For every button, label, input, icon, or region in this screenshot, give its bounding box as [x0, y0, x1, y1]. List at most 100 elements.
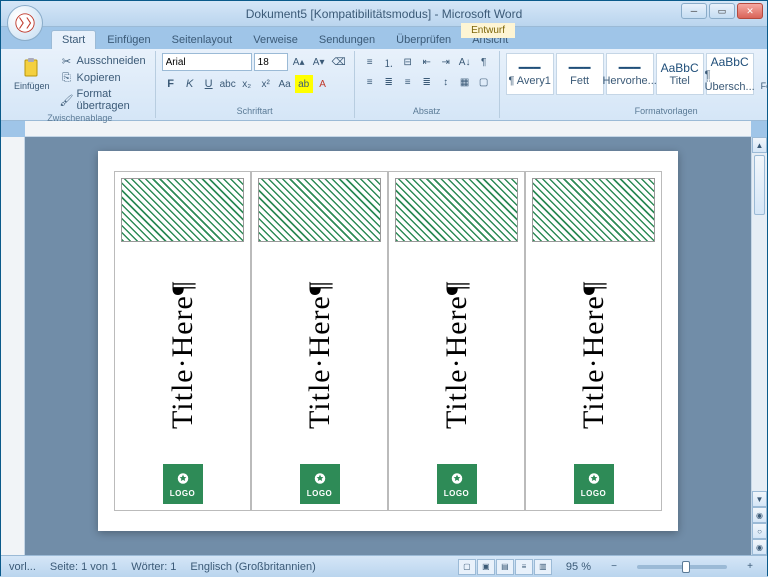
scroll-up-button[interactable]: ▲: [752, 137, 767, 153]
window-title: Dokument5 [Kompatibilitätsmodus] - Micro…: [246, 7, 523, 21]
group-paragraph: ≡ ⒈ ⊟ ⇤ ⇥ A↓ ¶ ≡ ≣ ≡ ≣ ↕ ▦ ▢ Absatz: [355, 51, 500, 118]
close-button[interactable]: ✕: [737, 3, 763, 19]
subscript-button[interactable]: x₂: [238, 75, 256, 93]
scissors-icon: ✂: [60, 54, 74, 68]
spine-panel-3[interactable]: Title·Here¶ LOGO: [388, 171, 525, 511]
ruler-horizontal[interactable]: [25, 121, 751, 137]
cut-button[interactable]: ✂Ausschneiden: [57, 53, 149, 69]
align-right-button[interactable]: ≡: [399, 73, 417, 91]
align-center-button[interactable]: ≣: [380, 73, 398, 91]
zoom-out-button[interactable]: −: [605, 558, 623, 576]
numbering-button[interactable]: ⒈: [380, 53, 398, 71]
logo-box[interactable]: LOGO: [300, 464, 340, 504]
statusbar: vorl... Seite: 1 von 1 Wörter: 1 Englisc…: [1, 555, 767, 577]
underline-button[interactable]: U: [200, 75, 218, 93]
scrollbar-vertical[interactable]: ▲ ▼ ◉ ○ ◉: [751, 137, 767, 555]
language-status[interactable]: Englisch (Großbritannien): [190, 561, 315, 573]
view-print-layout[interactable]: ▢: [458, 559, 476, 575]
outdent-button[interactable]: ⇤: [418, 53, 436, 71]
zoom-in-button[interactable]: +: [741, 558, 759, 576]
hatched-box[interactable]: [532, 178, 655, 242]
paste-button[interactable]: Einfügen: [11, 53, 53, 95]
view-draft[interactable]: ▥: [534, 559, 552, 575]
zoom-level[interactable]: 95 %: [566, 561, 591, 573]
logo-box[interactable]: LOGO: [437, 464, 477, 504]
scroll-down-button[interactable]: ▼: [752, 491, 767, 507]
spine-panel-4[interactable]: Title·Here¶ LOGO: [525, 171, 662, 511]
window-controls: ─ ▭ ✕: [681, 3, 763, 19]
format-painter-button[interactable]: 🖌Format übertragen: [57, 87, 149, 113]
change-styles-button[interactable]: A Formatvorlagen ändern: [758, 53, 768, 105]
brush-icon: 🖌: [60, 93, 74, 107]
font-color-button[interactable]: A: [314, 75, 332, 93]
bullets-button[interactable]: ≡: [361, 53, 379, 71]
tab-layout[interactable]: Seitenlayout: [162, 31, 243, 49]
copy-button[interactable]: ⎘Kopieren: [57, 70, 149, 86]
word-count[interactable]: Wörter: 1: [131, 561, 176, 573]
prev-page-button[interactable]: ◉: [752, 507, 767, 523]
view-buttons: ▢ ▣ ▤ ≡ ▥: [458, 559, 552, 575]
style-titel[interactable]: AaBbCTitel: [656, 53, 704, 95]
next-page-button[interactable]: ◉: [752, 539, 767, 555]
spine-title[interactable]: Title·Here¶: [440, 246, 474, 464]
tab-mailings[interactable]: Sendungen: [309, 31, 385, 49]
spine-panel-2[interactable]: Title·Here¶ LOGO: [251, 171, 388, 511]
context-subtab[interactable]: Entwurf: [461, 23, 515, 38]
superscript-button[interactable]: x²: [257, 75, 275, 93]
scroll-thumb[interactable]: [754, 155, 765, 215]
document-canvas[interactable]: Title·Here¶ LOGO Title·Here¶ LOGO Title·…: [25, 137, 751, 555]
tab-review[interactable]: Überprüfen: [386, 31, 461, 49]
font-size-select[interactable]: [254, 53, 288, 71]
style-uebersch[interactable]: AaBbC¶ Übersch...: [706, 53, 754, 95]
style-avery1[interactable]: ━━━¶ Avery1: [506, 53, 554, 95]
shading-button[interactable]: ▦: [456, 73, 474, 91]
browse-object-button[interactable]: ○: [752, 523, 767, 539]
bold-button[interactable]: F: [162, 75, 180, 93]
logo-box[interactable]: LOGO: [163, 464, 203, 504]
clear-format-button[interactable]: ⌫: [330, 53, 348, 71]
strike-button[interactable]: abc: [219, 75, 237, 93]
tab-references[interactable]: Verweise: [243, 31, 308, 49]
align-left-button[interactable]: ≡: [361, 73, 379, 91]
highlight-button[interactable]: ab: [295, 75, 313, 93]
zoom-thumb[interactable]: [682, 561, 690, 573]
font-family-select[interactable]: [162, 53, 252, 71]
case-button[interactable]: Aa: [276, 75, 294, 93]
spine-title[interactable]: Title·Here¶: [303, 246, 337, 464]
spine-title[interactable]: Title·Here¶: [577, 246, 611, 464]
grow-font-button[interactable]: A▴: [290, 53, 308, 71]
ribbon: Einfügen ✂Ausschneiden ⎘Kopieren 🖌Format…: [1, 49, 767, 121]
spine-panel-1[interactable]: Title·Here¶ LOGO: [114, 171, 251, 511]
style-fett[interactable]: ━━━Fett: [556, 53, 604, 95]
hatched-box[interactable]: [121, 178, 244, 242]
zoom-slider[interactable]: [637, 565, 727, 569]
tab-insert[interactable]: Einfügen: [97, 31, 160, 49]
borders-button[interactable]: ▢: [475, 73, 493, 91]
multilevel-button[interactable]: ⊟: [399, 53, 417, 71]
sort-button[interactable]: A↓: [456, 53, 474, 71]
logo-box[interactable]: LOGO: [574, 464, 614, 504]
view-outline[interactable]: ≡: [515, 559, 533, 575]
indent-button[interactable]: ⇥: [437, 53, 455, 71]
view-web[interactable]: ▤: [496, 559, 514, 575]
hatched-box[interactable]: [395, 178, 518, 242]
copy-icon: ⎘: [60, 71, 74, 85]
office-button[interactable]: [7, 5, 43, 41]
line-spacing-button[interactable]: ↕: [437, 73, 455, 91]
tab-start[interactable]: Start: [51, 30, 96, 49]
ruler-vertical[interactable]: [1, 137, 25, 555]
ribbon-tabs: Start Einfügen Seitenlayout Verweise Sen…: [1, 27, 767, 49]
style-hervorhe[interactable]: ━━━Hervorhe...: [606, 53, 654, 95]
italic-button[interactable]: K: [181, 75, 199, 93]
style-gallery[interactable]: ━━━¶ Avery1 ━━━Fett ━━━Hervorhe... AaBbC…: [506, 53, 754, 95]
spine-title[interactable]: Title·Here¶: [166, 246, 200, 464]
justify-button[interactable]: ≣: [418, 73, 436, 91]
show-marks-button[interactable]: ¶: [475, 53, 493, 71]
view-full-screen[interactable]: ▣: [477, 559, 495, 575]
group-font: A▴ A▾ ⌫ F K U abc x₂ x² Aa ab A Schrifta…: [156, 51, 355, 118]
page-status[interactable]: Seite: 1 von 1: [50, 561, 117, 573]
hatched-box[interactable]: [258, 178, 381, 242]
maximize-button[interactable]: ▭: [709, 3, 735, 19]
shrink-font-button[interactable]: A▾: [310, 53, 328, 71]
minimize-button[interactable]: ─: [681, 3, 707, 19]
